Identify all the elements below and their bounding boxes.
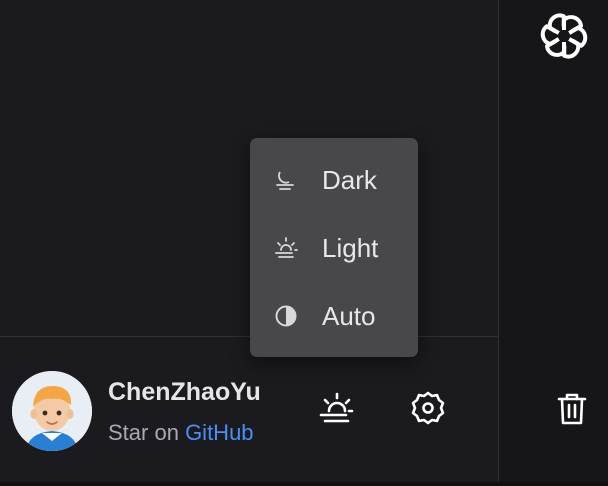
- half-circle-icon: [272, 302, 300, 330]
- delete-button[interactable]: [550, 388, 594, 432]
- footer-divider: [0, 336, 498, 337]
- gear-icon: [408, 388, 448, 433]
- theme-option-dark[interactable]: Dark: [250, 150, 418, 210]
- openai-logo-icon: [540, 13, 588, 59]
- theme-menu: Dark Light Auto: [250, 138, 418, 357]
- bottom-edge: [0, 482, 608, 486]
- theme-option-label: Light: [322, 232, 379, 263]
- sun-haze-icon: [316, 388, 356, 433]
- star-prefix: Star on: [108, 420, 179, 445]
- theme-option-auto[interactable]: Auto: [250, 286, 418, 346]
- user-name: ChenZhaoYu: [108, 378, 261, 406]
- theme-option-label: Auto: [322, 300, 376, 331]
- github-link[interactable]: GitHub: [185, 420, 253, 445]
- pane-divider: [498, 0, 499, 482]
- trash-icon: [552, 388, 592, 433]
- moon-haze-icon: [272, 166, 300, 194]
- theme-option-light[interactable]: Light: [250, 218, 418, 278]
- theme-option-label: Dark: [322, 164, 377, 195]
- settings-button[interactable]: [406, 388, 450, 432]
- sun-haze-icon: [272, 234, 300, 262]
- avatar[interactable]: [12, 371, 92, 451]
- theme-toggle-button[interactable]: [314, 388, 358, 432]
- star-on-github: Star on GitHub: [108, 420, 254, 446]
